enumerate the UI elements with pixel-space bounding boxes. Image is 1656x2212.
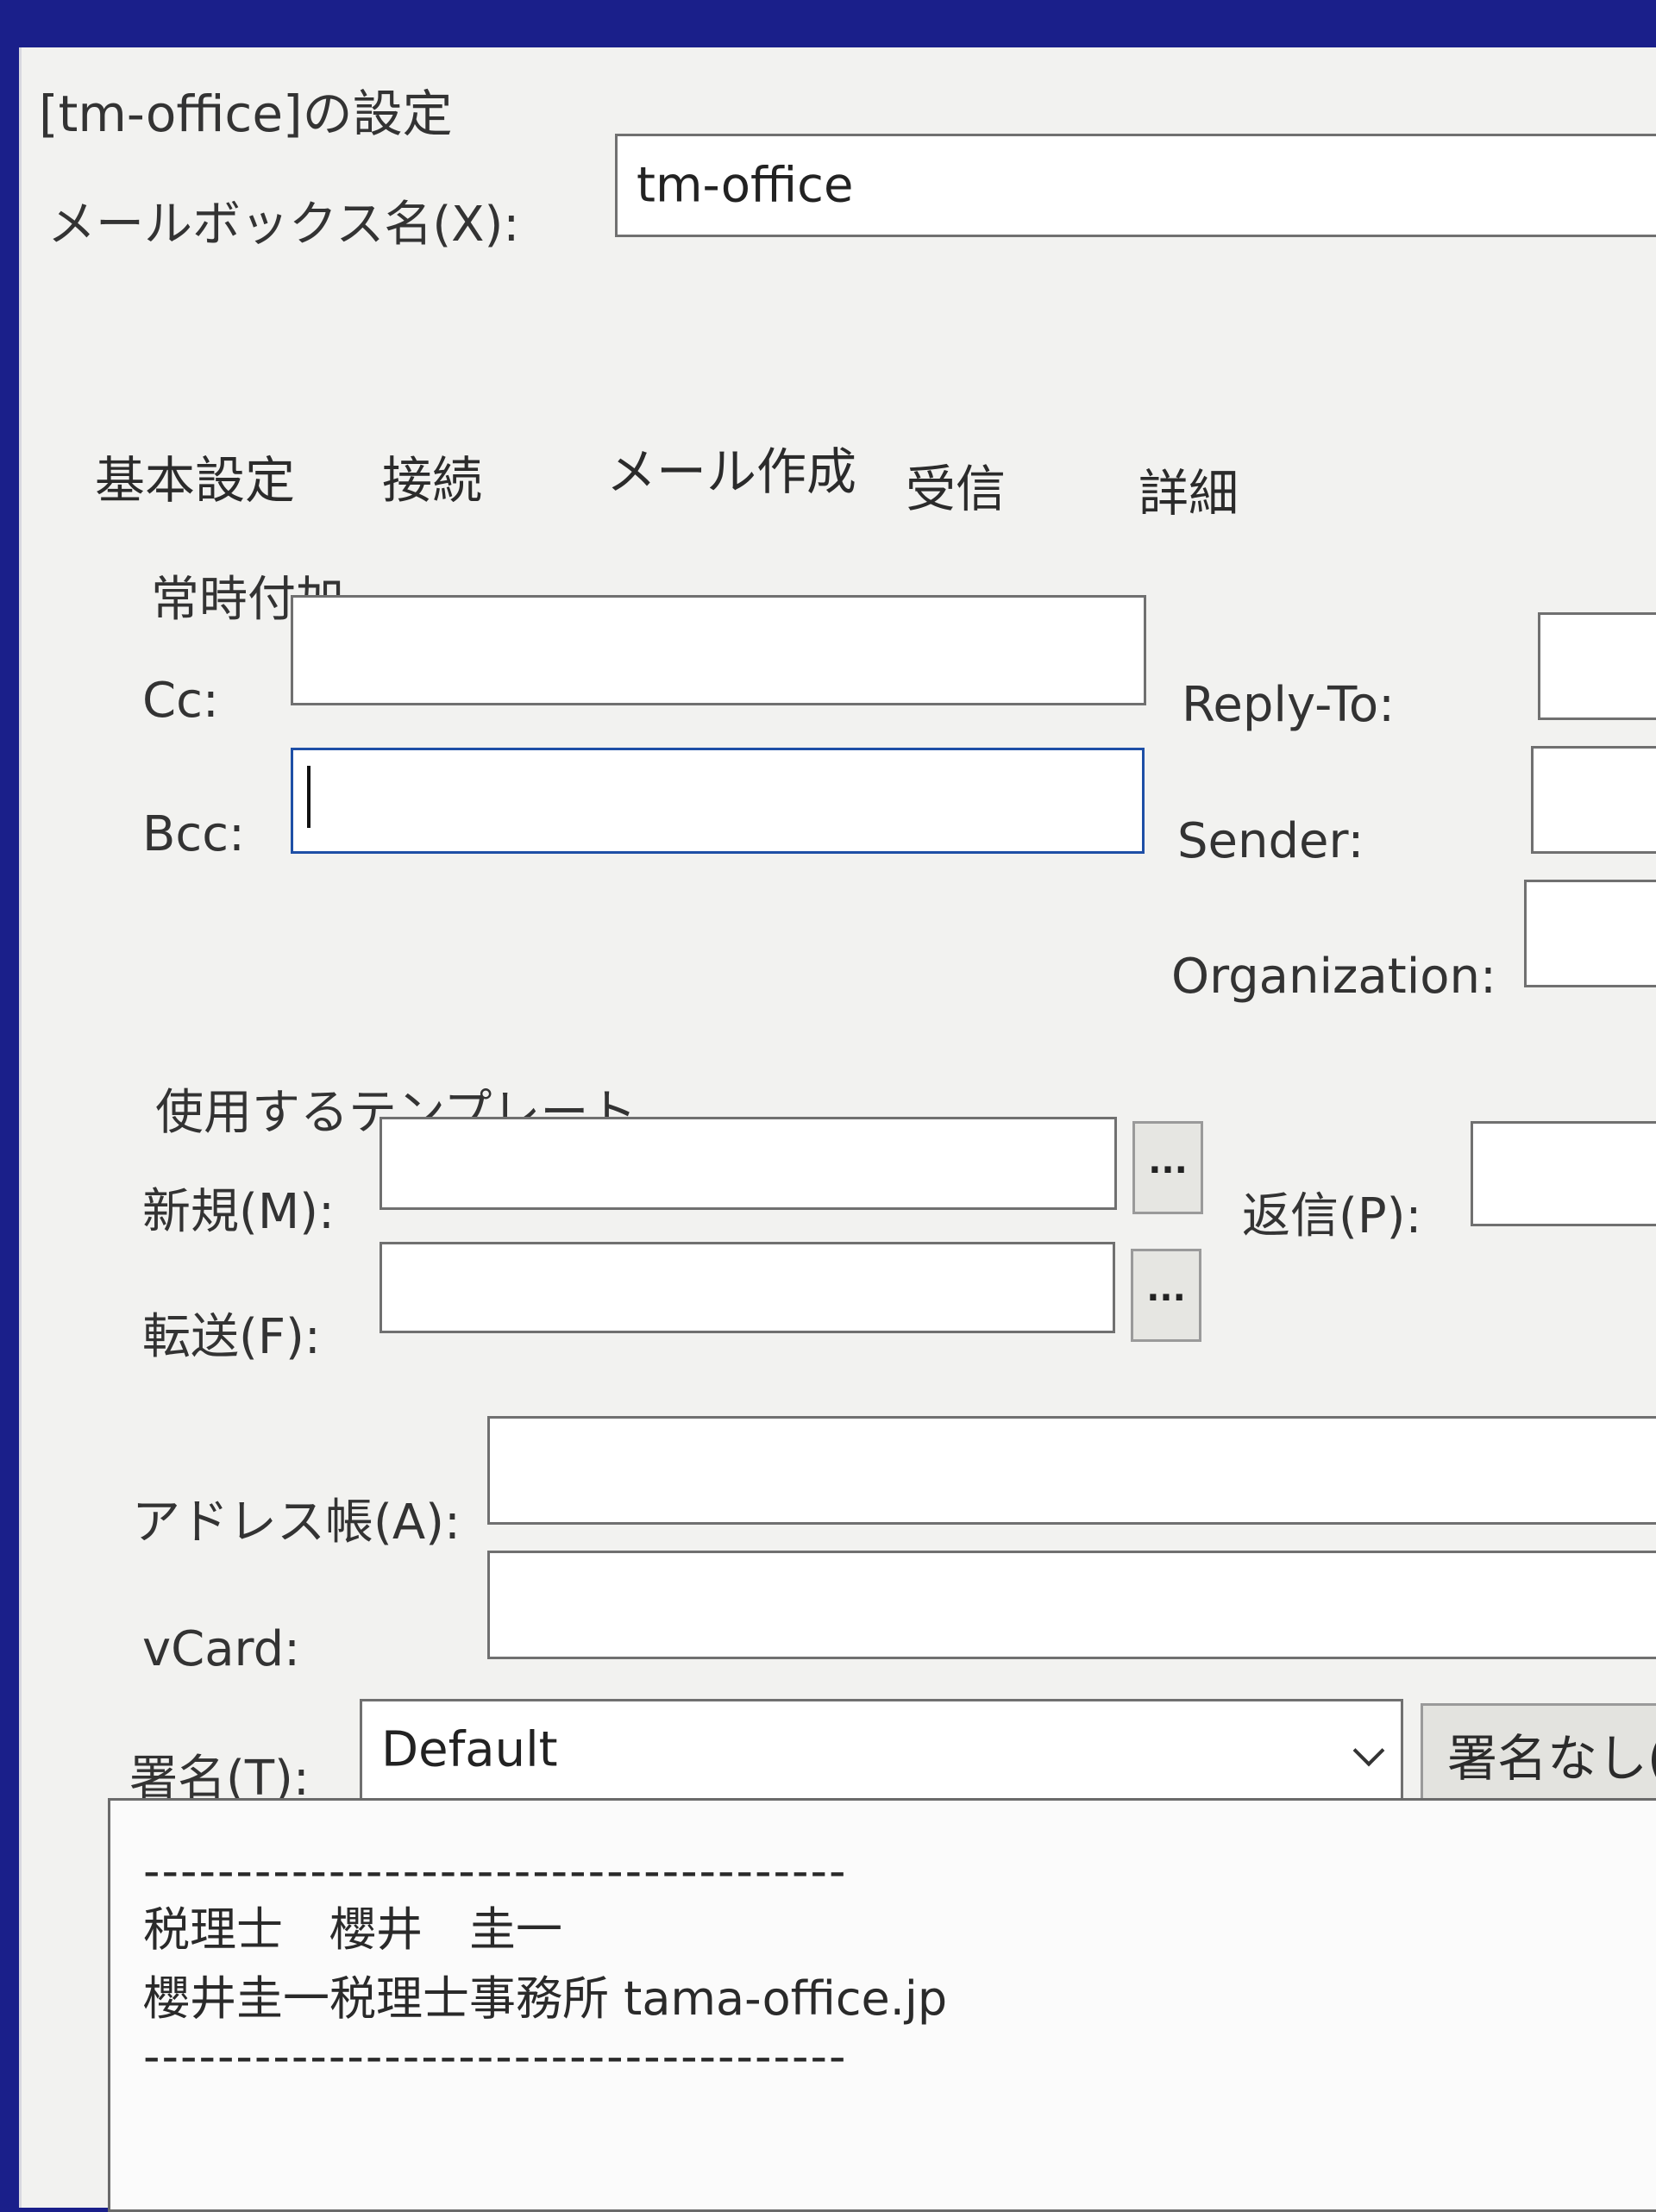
reply-to-input[interactable]: [1538, 612, 1656, 720]
mailbox-name-value: tm-office: [637, 157, 854, 214]
bcc-label: Bcc:: [142, 806, 245, 862]
no-signature-button-label: 署名なし(: [1447, 1729, 1656, 1788]
organization-input[interactable]: [1524, 880, 1656, 987]
tab-basic-settings[interactable]: 基本設定: [95, 440, 295, 512]
reply-template-input[interactable]: [1471, 1121, 1656, 1226]
vcard-input[interactable]: [487, 1551, 1656, 1659]
sender-label: Sender:: [1177, 813, 1364, 869]
signature-preview[interactable]: -------------------------------------- 税…: [108, 1798, 1656, 2212]
forward-template-input[interactable]: [380, 1242, 1115, 1333]
tab-receive[interactable]: 受信: [906, 448, 1006, 521]
new-template-label: 新規(M):: [142, 1184, 335, 1240]
reply-to-label: Reply-To:: [1182, 677, 1395, 733]
signature-line: --------------------------------------: [143, 1844, 848, 1898]
dialog-title: [tm-office]の設定: [39, 85, 453, 143]
cc-label: Cc:: [142, 673, 219, 729]
chevron-down-icon: [1352, 1734, 1385, 1767]
mailbox-name-input[interactable]: tm-office: [615, 134, 1656, 237]
bcc-input[interactable]: [291, 748, 1145, 854]
sender-input[interactable]: [1531, 746, 1656, 854]
address-book-input[interactable]: [487, 1416, 1656, 1525]
signature-line: 櫻井圭一税理士事務所 tama-office.jp: [143, 1971, 948, 2026]
cc-input[interactable]: [291, 595, 1146, 705]
tab-compose[interactable]: メール作成: [606, 431, 856, 504]
mailbox-name-label: メールボックス名(X):: [47, 197, 520, 253]
reply-template-label: 返信(P):: [1242, 1188, 1422, 1244]
address-book-label: アドレス帳(A):: [132, 1495, 461, 1551]
signature-line: --------------------------------------: [143, 2029, 848, 2084]
no-signature-button[interactable]: 署名なし(: [1421, 1703, 1656, 1805]
new-template-browse-button[interactable]: ...: [1132, 1121, 1203, 1214]
signature-line: 税理士 櫻井 圭一: [143, 1902, 562, 1957]
organization-label: Organization:: [1171, 949, 1496, 1005]
signature-select[interactable]: Default: [360, 1699, 1403, 1801]
tab-connection[interactable]: 接続: [382, 440, 482, 512]
forward-template-browse-button[interactable]: ...: [1131, 1249, 1201, 1342]
signature-selected-value: Default: [381, 1721, 558, 1778]
text-caret: [307, 766, 310, 828]
tab-details[interactable]: 詳細: [1138, 453, 1239, 525]
forward-template-label: 転送(F):: [142, 1309, 321, 1365]
vcard-label: vCard:: [142, 1621, 301, 1677]
new-template-input[interactable]: [380, 1117, 1117, 1210]
